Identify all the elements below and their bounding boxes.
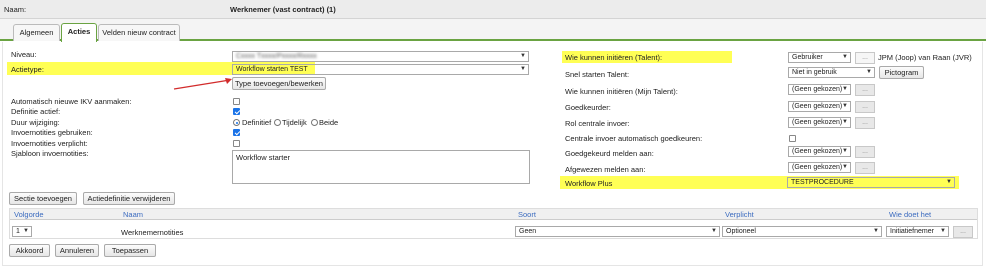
- chevron-down-icon: ▼: [711, 228, 717, 234]
- actietype-label: Actietype:: [11, 65, 44, 74]
- chevron-down-icon: ▼: [520, 53, 526, 59]
- afgewezen-dots-button[interactable]: ...: [855, 162, 875, 174]
- goedgekeurd-label: Goedgekeurd melden aan:: [565, 149, 654, 158]
- annuleren-button[interactable]: Annuleren: [55, 244, 99, 257]
- wie-initieren-dots-button[interactable]: ...: [855, 52, 875, 64]
- actiedefinitie-verwijderen-button[interactable]: Actiedefinitie verwijderen: [83, 192, 175, 205]
- type-toevoegen-button[interactable]: Type toevoegen/bewerken: [232, 77, 326, 90]
- toepassen-button[interactable]: Toepassen: [104, 244, 156, 257]
- rol-centrale-label: Rol centrale invoer:: [565, 119, 630, 128]
- radio-tijdelijk[interactable]: [274, 119, 281, 126]
- goedgekeurd-dots-button[interactable]: ...: [855, 146, 875, 158]
- col-wie-doet-het[interactable]: Wie doet het: [885, 209, 977, 220]
- snel-starten-label: Snel starten Talent:: [565, 70, 630, 79]
- header-bar: Naam: Werknemer (vast contract) (1): [0, 0, 986, 19]
- chevron-down-icon: ▼: [842, 119, 848, 125]
- verplicht-select[interactable]: Optioneel ▼: [722, 226, 882, 237]
- radio-definitief[interactable]: [233, 119, 240, 126]
- wie-initieren-select[interactable]: Gebruiker ▼: [788, 52, 851, 63]
- invoernotities-verplicht-checkbox[interactable]: [233, 140, 240, 147]
- wie-doet-het-select[interactable]: Initiatiefnemer ▼: [886, 226, 949, 237]
- wie-doet-het-dots-button[interactable]: ...: [953, 226, 973, 238]
- workflow-plus-select[interactable]: TESTPROCEDURE ▼: [787, 177, 955, 188]
- col-naam[interactable]: Naam: [119, 209, 514, 220]
- sjabloon-textarea[interactable]: Workflow starter: [232, 150, 530, 184]
- workflow-plus-label: Workflow Plus: [565, 179, 613, 188]
- goedkeurder-select[interactable]: (Geen gekozen) ▼: [788, 101, 851, 112]
- auto-ikv-checkbox[interactable]: [233, 98, 240, 105]
- soort-select[interactable]: Geen ▼: [515, 226, 720, 237]
- chevron-down-icon: ▼: [520, 66, 526, 72]
- invoernotities-gebruiken-checkbox[interactable]: [233, 129, 240, 136]
- sectie-toevoegen-button[interactable]: Sectie toevoegen: [9, 192, 77, 205]
- goedkeurder-dots-button[interactable]: ...: [855, 101, 875, 113]
- goedgekeurd-select[interactable]: (Geen gekozen) ▼: [788, 146, 851, 157]
- wie-mijn-talent-select[interactable]: (Geen gekozen) ▼: [788, 84, 851, 95]
- chevron-down-icon: ▼: [842, 164, 848, 170]
- centrale-invoer-checkbox[interactable]: [789, 135, 796, 142]
- page-title: Werknemer (vast contract) (1): [230, 5, 336, 14]
- chevron-down-icon: ▼: [842, 148, 848, 154]
- niveau-label: Niveau:: [11, 50, 37, 59]
- afgewezen-select[interactable]: (Geen gekozen) ▼: [788, 162, 851, 173]
- sjabloon-label: Sjabloon invoernotities:: [11, 149, 89, 158]
- wie-mijn-talent-label: Wie kunnen initiëren (Mijn Talent):: [565, 87, 678, 96]
- niveau-select[interactable]: Cxxxx Txxxx/Pxxxx/Rxxxx ▼: [232, 51, 529, 62]
- rol-centrale-select[interactable]: (Geen gekozen) ▼: [788, 117, 851, 128]
- snel-starten-select[interactable]: Niet in gebruik ▼: [788, 67, 875, 78]
- radio-beide-label: Beide: [319, 118, 339, 127]
- row-naam: Werknemernotities: [121, 228, 184, 237]
- chevron-down-icon: ▼: [842, 86, 848, 92]
- chevron-down-icon: ▼: [873, 228, 879, 234]
- akkoord-button[interactable]: Akkoord: [9, 244, 50, 257]
- red-arrow-annotation: [173, 78, 232, 90]
- col-soort[interactable]: Soort: [514, 209, 721, 220]
- duur-wijziging-label: Duur wijziging:: [11, 118, 60, 127]
- volgorde-select[interactable]: 1 ▼: [12, 226, 32, 237]
- definitie-actief-checkbox[interactable]: [233, 108, 240, 115]
- tab-algemeen[interactable]: Algemeen: [13, 24, 60, 41]
- chevron-down-icon: ▼: [866, 69, 872, 75]
- radio-definitief-label: Definitief: [242, 118, 272, 127]
- afgewezen-label: Afgewezen melden aan:: [565, 165, 646, 174]
- chevron-down-icon: ▼: [946, 179, 952, 185]
- chevron-down-icon: ▼: [940, 228, 946, 234]
- col-volgorde[interactable]: Volgorde: [10, 209, 119, 220]
- radio-tijdelijk-label: Tijdelijk: [282, 118, 307, 127]
- col-verplicht[interactable]: Verplicht: [721, 209, 885, 220]
- chevron-down-icon: ▼: [842, 54, 848, 60]
- chevron-down-icon: ▼: [842, 103, 848, 109]
- tab-acties[interactable]: Acties: [61, 23, 97, 42]
- radio-beide[interactable]: [311, 119, 318, 126]
- actietype-select[interactable]: Workflow starten TEST ▼: [232, 64, 529, 75]
- tab-velden-nieuw-contract[interactable]: Velden nieuw contract: [98, 24, 180, 41]
- wie-mijn-talent-dots-button[interactable]: ...: [855, 84, 875, 96]
- wie-initieren-user: JPM (Joop) van Raan (JVR): [878, 53, 972, 62]
- centrale-invoer-label: Centrale invoer automatisch goedkeuren:: [565, 134, 703, 143]
- chevron-down-icon: ▼: [23, 228, 29, 234]
- definitie-actief-label: Definitie actief:: [11, 107, 61, 116]
- auto-ikv-label: Automatisch nieuwe IKV aanmaken:: [11, 97, 132, 106]
- wie-initieren-label: Wie kunnen initiëren (Talent):: [565, 53, 663, 62]
- goedkeurder-label: Goedkeurder:: [565, 103, 611, 112]
- pictogram-button[interactable]: Pictogram: [879, 66, 924, 79]
- rol-centrale-dots-button[interactable]: ...: [855, 117, 875, 129]
- name-label: Naam:: [4, 5, 27, 14]
- invoernotities-gebruiken-label: Invoernotities gebruiken:: [11, 128, 93, 137]
- invoernotities-verplicht-label: Invoernotities verplicht:: [11, 139, 88, 148]
